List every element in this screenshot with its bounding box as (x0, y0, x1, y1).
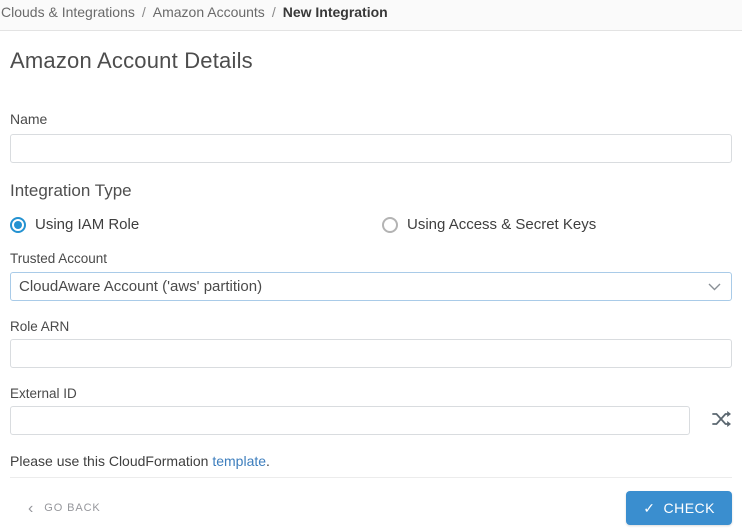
check-label: CHECK (663, 500, 715, 516)
breadcrumb-separator: / (142, 4, 146, 20)
cloudformation-note: Please use this CloudFormation template. (10, 453, 732, 469)
external-id-input[interactable] (10, 406, 690, 435)
chevron-left-icon: ‹ (28, 503, 34, 514)
radio-button-icon (382, 217, 398, 233)
template-link[interactable]: template (212, 453, 266, 469)
external-id-label: External ID (10, 386, 732, 401)
trusted-account-label: Trusted Account (10, 251, 732, 266)
radio-label: Using IAM Role (35, 216, 139, 233)
trusted-account-selected-value: CloudAware Account ('aws' partition) (19, 278, 262, 295)
check-icon: ✓ (643, 500, 655, 517)
role-arn-input[interactable] (10, 339, 732, 368)
radio-label: Using Access & Secret Keys (407, 216, 596, 233)
footer-actions: ‹ GO BACK ✓ CHECK (10, 478, 732, 525)
breadcrumb-item-amazon-accounts[interactable]: Amazon Accounts (153, 4, 265, 20)
check-button[interactable]: ✓ CHECK (626, 491, 732, 525)
main-content: Amazon Account Details Name Integration … (0, 48, 742, 525)
name-input[interactable] (10, 134, 732, 163)
radio-using-iam-role[interactable]: Using IAM Role (10, 216, 371, 233)
note-text: Please use this CloudFormation (10, 453, 212, 469)
breadcrumb-item-clouds-integrations[interactable]: Clouds & Integrations (1, 4, 135, 20)
integration-type-radio-group: Using IAM Role Using Access & Secret Key… (10, 216, 732, 233)
integration-type-heading: Integration Type (10, 181, 732, 201)
go-back-button[interactable]: ‹ GO BACK (28, 502, 101, 514)
shuffle-icon (712, 411, 731, 430)
radio-button-icon (10, 217, 26, 233)
radio-using-access-secret-keys[interactable]: Using Access & Secret Keys (371, 216, 732, 233)
page-title: Amazon Account Details (10, 48, 732, 74)
name-label: Name (10, 111, 732, 127)
role-arn-label: Role ARN (10, 319, 732, 334)
breadcrumb-item-new-integration: New Integration (283, 4, 388, 20)
external-id-row (10, 406, 732, 435)
note-text: . (266, 453, 270, 469)
chevron-down-icon (708, 283, 721, 291)
generate-external-id-button[interactable] (712, 411, 731, 430)
go-back-label: GO BACK (44, 502, 100, 514)
breadcrumb-separator: / (272, 4, 276, 20)
trusted-account-select[interactable]: CloudAware Account ('aws' partition) (10, 272, 732, 301)
breadcrumb: Clouds & Integrations / Amazon Accounts … (0, 0, 742, 31)
